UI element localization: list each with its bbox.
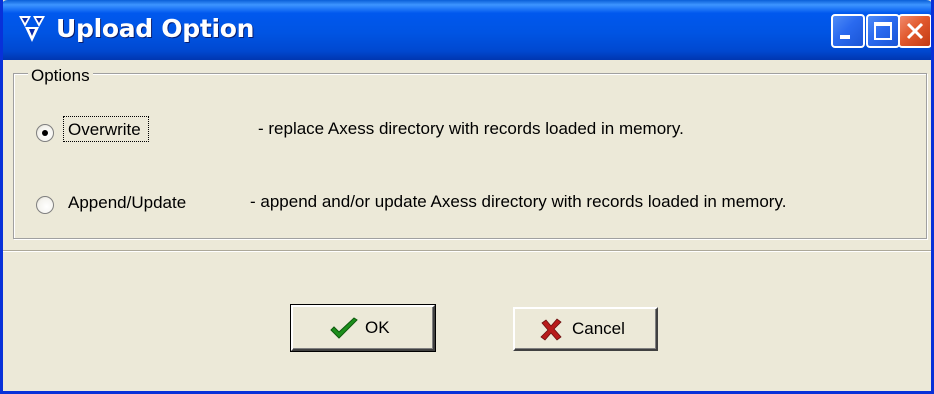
close-button[interactable] bbox=[898, 14, 931, 48]
overwrite-radio-label[interactable]: Overwrite bbox=[63, 116, 149, 142]
cancel-button[interactable]: Cancel bbox=[513, 307, 658, 351]
upload-option-dialog: Upload Option Options Overwrite - replac… bbox=[0, 0, 934, 394]
append-update-description: - append and/or update Axess directory w… bbox=[250, 192, 787, 211]
maximize-button[interactable] bbox=[866, 14, 900, 48]
append-update-radio[interactable] bbox=[36, 196, 54, 214]
minimize-button[interactable] bbox=[831, 14, 865, 48]
checkmark-icon bbox=[330, 317, 358, 339]
separator-line bbox=[3, 250, 931, 252]
options-groupbox bbox=[13, 73, 927, 239]
minimize-icon bbox=[840, 35, 850, 39]
append-update-radio-label[interactable]: Append/Update bbox=[68, 193, 186, 213]
maximize-icon bbox=[874, 22, 892, 40]
radio-selected-dot bbox=[42, 130, 48, 136]
options-group-label: Options bbox=[28, 66, 93, 86]
ok-button[interactable]: OK bbox=[290, 304, 436, 352]
close-icon bbox=[906, 22, 924, 40]
title-bar[interactable]: Upload Option bbox=[3, 0, 931, 60]
overwrite-description: - replace Axess directory with records l… bbox=[258, 119, 684, 138]
overwrite-radio[interactable] bbox=[36, 124, 54, 142]
ok-label: OK bbox=[365, 318, 390, 337]
app-logo-icon bbox=[19, 16, 45, 42]
window-title: Upload Option bbox=[56, 14, 255, 43]
overwrite-label-text: Overwrite bbox=[63, 116, 149, 142]
cancel-label: Cancel bbox=[572, 319, 625, 338]
x-mark-icon bbox=[540, 318, 562, 341]
